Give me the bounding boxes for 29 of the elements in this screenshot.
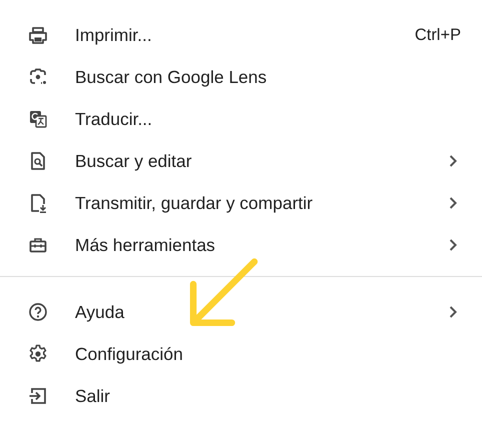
printer-icon xyxy=(28,25,48,45)
menu-item[interactable]: Traducir... xyxy=(0,98,482,140)
menu-item-label: Traducir... xyxy=(75,108,154,130)
menu-item[interactable]: Configuración xyxy=(0,333,482,375)
lens-icon xyxy=(28,67,48,87)
menu-item[interactable]: Imprimir... Ctrl+P xyxy=(0,14,482,56)
find-document-icon xyxy=(28,151,48,171)
arrow-annotation-drawing xyxy=(190,258,258,326)
shortcut-text: Ctrl+P xyxy=(414,26,461,44)
menu-item-label: Imprimir... xyxy=(75,24,153,46)
menu-item[interactable]: Transmitir, guardar y compartir xyxy=(0,182,482,224)
help-icon xyxy=(28,302,48,322)
menu-item[interactable]: Buscar con Google Lens xyxy=(0,56,482,98)
menu-item-label: Configuración xyxy=(75,344,184,364)
menu-item-label: Salir xyxy=(75,386,112,406)
menu-item[interactable]: Más herramientas xyxy=(0,224,482,266)
translate-icon xyxy=(28,109,48,129)
menu-item[interactable]: Buscar y editar xyxy=(0,140,482,182)
exit-icon xyxy=(28,386,48,406)
menu-item[interactable]: Salir xyxy=(0,375,482,417)
menu-item-label: Más herramientas xyxy=(75,234,216,256)
menu-item-label: Buscar y editar xyxy=(75,150,193,172)
menu-item-label: Buscar con Google Lens xyxy=(75,66,268,88)
save-document-icon xyxy=(28,193,48,213)
menu-item-label: Ayuda xyxy=(75,302,126,322)
menu-item[interactable]: Ayuda xyxy=(0,291,482,333)
toolbox-icon xyxy=(28,235,48,255)
settings-icon xyxy=(28,344,48,364)
menu-item-label: Transmitir, guardar y compartir xyxy=(75,192,314,214)
